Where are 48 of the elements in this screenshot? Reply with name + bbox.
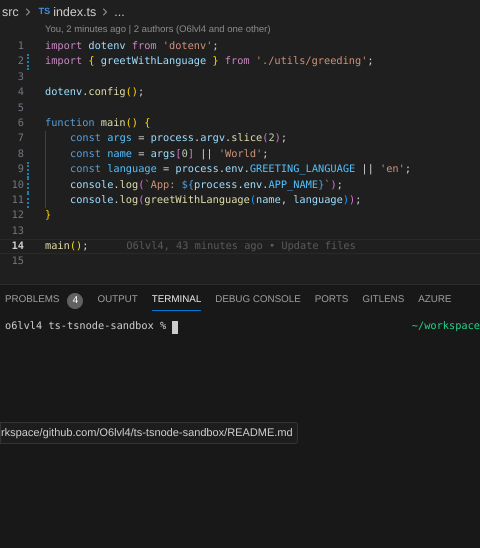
line-number: 5 — [16, 100, 24, 116]
breadcrumb-folder[interactable]: src — [2, 2, 19, 22]
terminal-cursor — [172, 320, 178, 334]
link-tooltip: rkspace/github.com/O6lvl4/ts-tsnode-sandbox/README.md — [0, 422, 298, 444]
panel-tab[interactable]: DEBUG CONSOLE — [215, 291, 301, 311]
line-number: 6 — [16, 116, 24, 131]
code-line: console.log(greetWithLanguage(name, language)); — [70, 192, 362, 208]
modified-line-marker[interactable] — [27, 192, 29, 208]
terminal-cwd: ~/workspace — [412, 319, 480, 334]
panel-tab[interactable]: GITLENS — [362, 291, 404, 311]
blame-annotation: O6lvl4, 43 minutes ago • Update files — [126, 239, 356, 254]
panel-tab[interactable]: OUTPUT — [97, 291, 138, 311]
line-number: 1 — [16, 38, 24, 54]
blame-header: You, 2 minutes ago | 2 authors (O6lvl4 and one other) — [45, 23, 271, 38]
code-line: dotenv.config(); — [45, 85, 144, 100]
code-line: const name = args[0] || 'World'; — [70, 146, 268, 162]
code-line: const args = process.argv.slice(2); — [70, 131, 288, 146]
code-line: main(); — [45, 239, 88, 254]
modified-line-marker[interactable] — [27, 162, 29, 178]
line-number: 4 — [16, 85, 24, 100]
code-line: const language = process.env.GREETING_LANGUAGE || 'en'; — [70, 162, 412, 178]
line-number: 10 — [10, 178, 24, 192]
typescript-file-icon: TS — [38, 5, 50, 19]
modified-line-marker[interactable] — [27, 54, 29, 70]
modified-line-marker[interactable] — [27, 178, 29, 193]
breadcrumb-file[interactable]: index.ts — [53, 2, 96, 22]
line-number: 12 — [10, 208, 24, 224]
line-number: 11 — [10, 192, 24, 208]
breadcrumb-more[interactable]: ... — [114, 2, 125, 22]
code-line: } — [45, 208, 52, 224]
code-line: console.log(`App: ${process.env.APP_NAME}`); — [70, 178, 343, 192]
line-number: 15 — [10, 254, 24, 270]
line-number: 13 — [10, 224, 24, 239]
count-badge: 4 — [67, 292, 84, 308]
line-number: 7 — [16, 131, 24, 146]
code-line: import dotenv from 'dotenv'; — [45, 38, 219, 54]
panel-tab[interactable]: PORTS — [314, 291, 348, 311]
code-line: function main() { — [45, 116, 150, 131]
panel-tab[interactable]: TERMINAL — [152, 291, 202, 311]
line-number: 9 — [16, 162, 24, 178]
line-number: 3 — [16, 70, 24, 85]
panel-tab[interactable]: AZURE — [418, 291, 452, 311]
code-line: import { greetWithLanguage } from './utils/greeding'; — [45, 54, 374, 70]
line-number: 2 — [16, 54, 24, 70]
line-number: 14 — [10, 239, 24, 254]
terminal-prompt: o6lvl4 ts-tsnode-sandbox % — [5, 319, 166, 334]
line-number: 8 — [16, 146, 24, 162]
panel-tab[interactable]: PROBLEMS 4 — [5, 291, 84, 311]
